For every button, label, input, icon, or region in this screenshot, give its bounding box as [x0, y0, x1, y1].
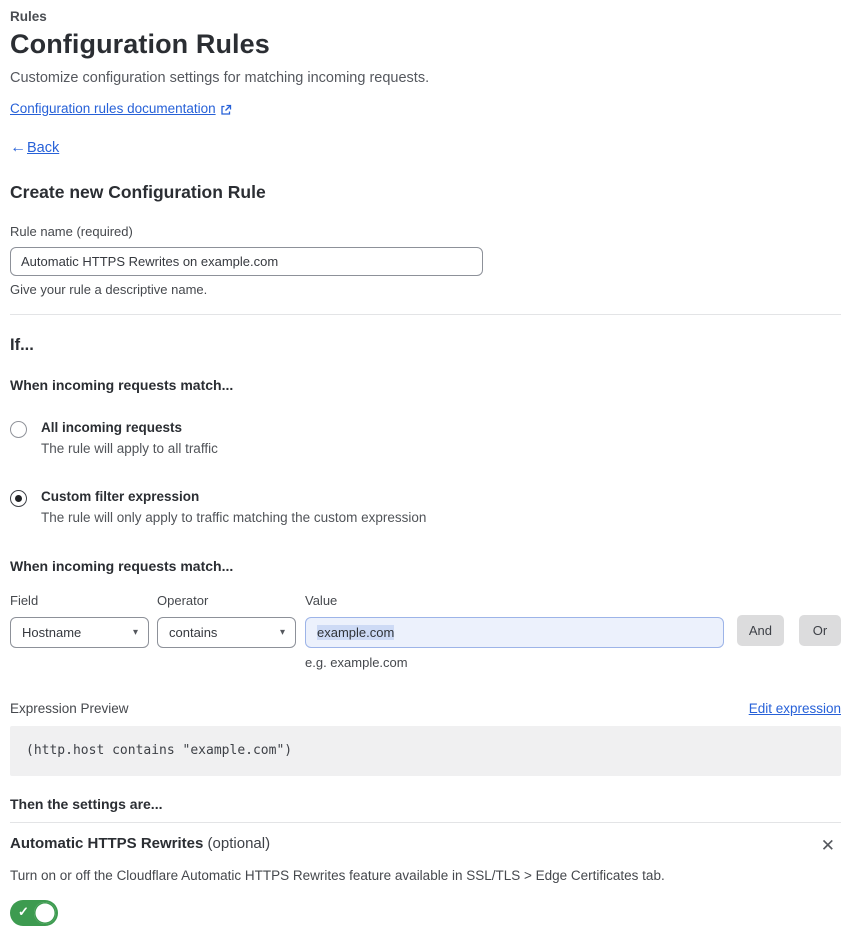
page-title: Configuration Rules [10, 29, 270, 59]
or-button[interactable]: Or [799, 615, 841, 646]
operator-dropdown-value: contains [169, 625, 218, 640]
radio-option-label: All incoming requests [41, 420, 183, 435]
rule-name-input[interactable] [10, 247, 483, 276]
value-input[interactable]: example.com [305, 617, 724, 648]
toggle-knob [34, 902, 56, 924]
expression-preview-code: (http.host contains "example.com") [10, 726, 841, 776]
checkmark-icon: ✓ [18, 904, 29, 919]
setting-name: Automatic HTTPS Rewrites [10, 835, 204, 852]
chevron-down-icon: ▾ [132, 627, 138, 638]
setting-card-automatic-https-rewrites: Automatic HTTPS Rewrites (optional) ✕ Tu… [10, 822, 841, 926]
value-helper: e.g. example.com [305, 655, 408, 670]
rule-name-helper: Give your rule a descriptive name. [10, 282, 208, 297]
chevron-down-icon: ▾ [279, 627, 285, 638]
radio-option-all-requests[interactable]: All incoming requests The rule will appl… [10, 420, 841, 456]
radio-option-description: The rule will apply to all traffic [41, 441, 218, 456]
automatic-https-rewrites-toggle[interactable]: ✓ [10, 900, 58, 926]
and-button[interactable]: And [736, 615, 784, 646]
back-link[interactable]: Back [27, 140, 59, 156]
expression-preview-label: Expression Preview [10, 701, 129, 716]
radio-unselected-icon[interactable] [10, 421, 27, 438]
configuration-rules-page: Rules Configuration Rules Customize conf… [0, 0, 852, 926]
field-dropdown[interactable]: Hostname ▾ [10, 617, 149, 648]
documentation-link[interactable]: Configuration rules documentation [10, 101, 216, 116]
operator-dropdown[interactable]: contains ▾ [157, 617, 296, 648]
field-label: Field [10, 593, 39, 608]
if-heading: If... [10, 336, 34, 354]
page-subtitle: Customize configuration settings for mat… [10, 70, 430, 86]
external-link-icon [220, 104, 232, 116]
value-label: Value [305, 593, 338, 608]
match-type-heading: When incoming requests match... [10, 377, 234, 393]
close-icon[interactable]: ✕ [817, 835, 839, 856]
expression-builder-heading: When incoming requests match... [10, 558, 234, 574]
operator-label: Operator [157, 593, 209, 608]
radio-option-label: Custom filter expression [41, 489, 200, 504]
rule-name-label: Rule name (required) [10, 224, 133, 239]
edit-expression-link[interactable]: Edit expression [749, 701, 841, 716]
breadcrumb: Rules [10, 9, 47, 24]
create-rule-heading: Create new Configuration Rule [10, 182, 266, 202]
back-arrow-icon: ← [10, 139, 26, 156]
value-input-text: example.com [317, 625, 395, 640]
field-dropdown-value: Hostname [22, 625, 82, 640]
radio-option-custom-filter[interactable]: Custom filter expression The rule will o… [10, 489, 841, 525]
setting-optional-label: (optional) [203, 835, 271, 852]
radio-selected-icon[interactable] [10, 490, 27, 507]
section-divider [10, 314, 841, 315]
then-settings-heading: Then the settings are... [10, 796, 163, 812]
radio-option-description: The rule will only apply to traffic matc… [41, 510, 427, 525]
setting-description: Turn on or off the Cloudflare Automatic … [10, 868, 665, 883]
